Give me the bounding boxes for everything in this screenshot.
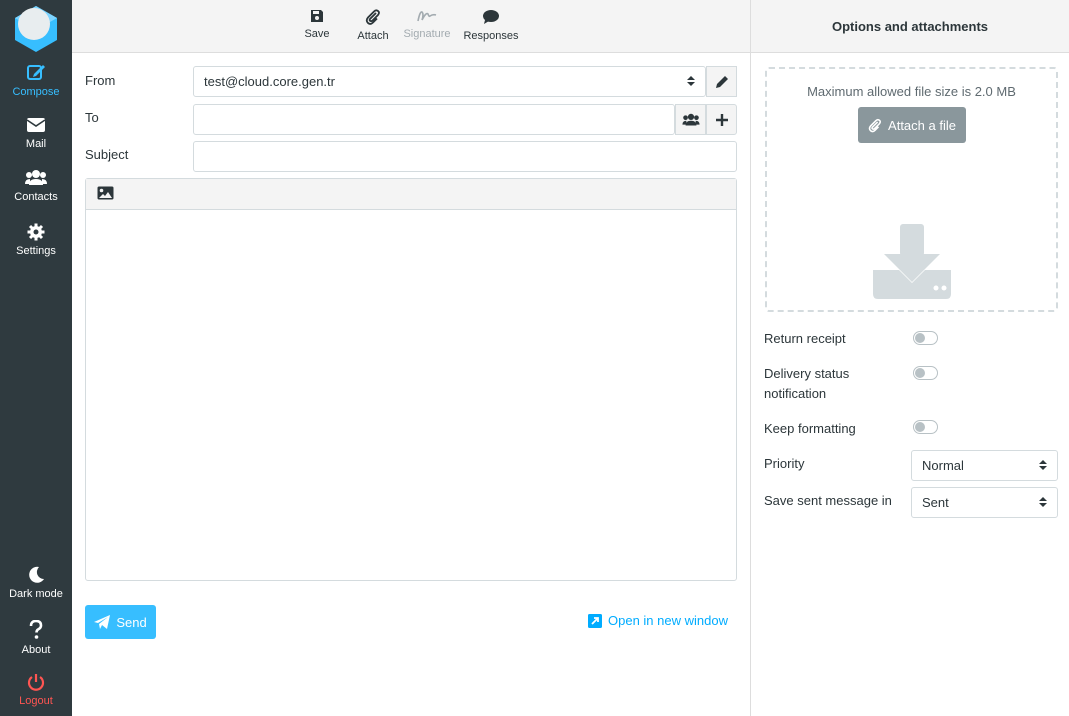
signature-icon <box>417 11 437 22</box>
save-sent-value: Sent <box>922 495 949 510</box>
subject-label: Subject <box>85 147 129 162</box>
options-panel: Options and attachments Maximum allowed … <box>750 0 1069 716</box>
compose-icon <box>27 65 45 80</box>
edit-identity-button[interactable] <box>706 66 737 97</box>
power-icon <box>27 674 45 691</box>
add-header-button[interactable] <box>706 104 737 135</box>
nav-logout[interactable]: Logout <box>0 673 72 716</box>
priority-value: Normal <box>922 458 964 473</box>
attachment-dropzone[interactable]: Maximum allowed file size is 2.0 MB Atta… <box>765 67 1058 312</box>
paper-plane-icon <box>94 614 111 629</box>
keep-formatting-label: Keep formatting <box>764 421 856 436</box>
image-icon[interactable] <box>97 186 114 200</box>
nav-mail-label: Mail <box>25 138 47 150</box>
main-navigation: Compose Mail Contacts Settings Dark mode… <box>0 0 72 716</box>
paperclip-icon <box>365 9 380 25</box>
priority-label: Priority <box>764 456 805 471</box>
options-panel-title: Options and attachments <box>751 0 1069 53</box>
nav-dark-mode-label: Dark mode <box>9 588 63 600</box>
message-editor[interactable] <box>85 178 737 581</box>
users-icon <box>681 113 700 125</box>
open-new-window-label: Open in new window <box>608 613 728 628</box>
download-icon <box>873 224 951 299</box>
nav-dark-mode[interactable]: Dark mode <box>0 566 72 612</box>
address-book-button[interactable] <box>675 104 706 135</box>
external-link-icon <box>588 613 602 628</box>
nav-settings-label: Settings <box>16 245 56 257</box>
save-icon <box>311 10 323 22</box>
nav-compose-label: Compose <box>12 86 60 98</box>
save-button[interactable]: Save <box>302 8 332 48</box>
nav-contacts[interactable]: Contacts <box>0 169 72 215</box>
save-sent-label: Save sent message in <box>764 493 892 508</box>
send-button[interactable]: Send <box>85 605 156 639</box>
save-sent-select[interactable]: Sent <box>911 487 1058 518</box>
gear-icon <box>27 223 45 241</box>
sort-caret-icon <box>1039 460 1047 470</box>
users-icon <box>25 170 47 185</box>
paperclip-icon <box>868 118 882 132</box>
nav-logout-label: Logout <box>19 695 53 707</box>
subject-input[interactable] <box>193 141 737 172</box>
send-label: Send <box>116 614 147 630</box>
from-select[interactable]: test@cloud.core.gen.tr <box>193 66 706 97</box>
nav-settings[interactable]: Settings <box>0 223 72 269</box>
nav-compose[interactable]: Compose <box>0 62 72 108</box>
from-label: From <box>85 73 116 88</box>
delivery-status-label: Delivery status notification <box>764 366 850 401</box>
responses-button[interactable]: Responses <box>462 8 520 48</box>
pencil-icon <box>715 75 728 88</box>
return-receipt-label: Return receipt <box>764 331 846 346</box>
app-logo <box>11 4 61 52</box>
sort-caret-icon <box>1039 497 1047 507</box>
compose-form: From test@cloud.core.gen.tr To Subject S… <box>72 53 750 716</box>
nav-contacts-label: Contacts <box>14 191 58 203</box>
comment-icon <box>483 10 499 24</box>
to-input[interactable] <box>193 104 675 135</box>
attach-label: Attach <box>357 30 389 42</box>
signature-button[interactable]: Signature <box>400 8 454 48</box>
priority-select[interactable]: Normal <box>911 450 1058 481</box>
nav-about[interactable]: About <box>0 620 72 666</box>
attach-file-button[interactable]: Attach a file <box>858 107 966 143</box>
from-value: test@cloud.core.gen.tr <box>204 74 335 89</box>
to-label: To <box>85 110 99 125</box>
keep-formatting-toggle[interactable] <box>913 420 938 434</box>
envelope-icon <box>26 118 46 132</box>
nav-mail[interactable]: Mail <box>0 116 72 162</box>
open-new-window-link[interactable]: Open in new window <box>588 613 728 628</box>
save-label: Save <box>304 28 330 40</box>
nav-about-label: About <box>21 644 51 656</box>
attach-button[interactable]: Attach <box>354 8 392 48</box>
editor-toolbar <box>86 179 736 210</box>
delivery-status-toggle[interactable] <box>913 366 938 380</box>
signature-label: Signature <box>403 28 451 40</box>
sort-caret-icon <box>687 76 695 86</box>
return-receipt-toggle[interactable] <box>913 331 938 345</box>
max-file-size-text: Maximum allowed file size is 2.0 MB <box>807 84 1016 99</box>
compose-toolbar: Save Attach Signature Responses <box>72 0 750 53</box>
plus-icon <box>715 113 728 126</box>
attach-file-label: Attach a file <box>888 117 956 133</box>
moon-icon <box>29 566 44 583</box>
question-icon <box>29 620 43 639</box>
responses-label: Responses <box>463 30 519 42</box>
